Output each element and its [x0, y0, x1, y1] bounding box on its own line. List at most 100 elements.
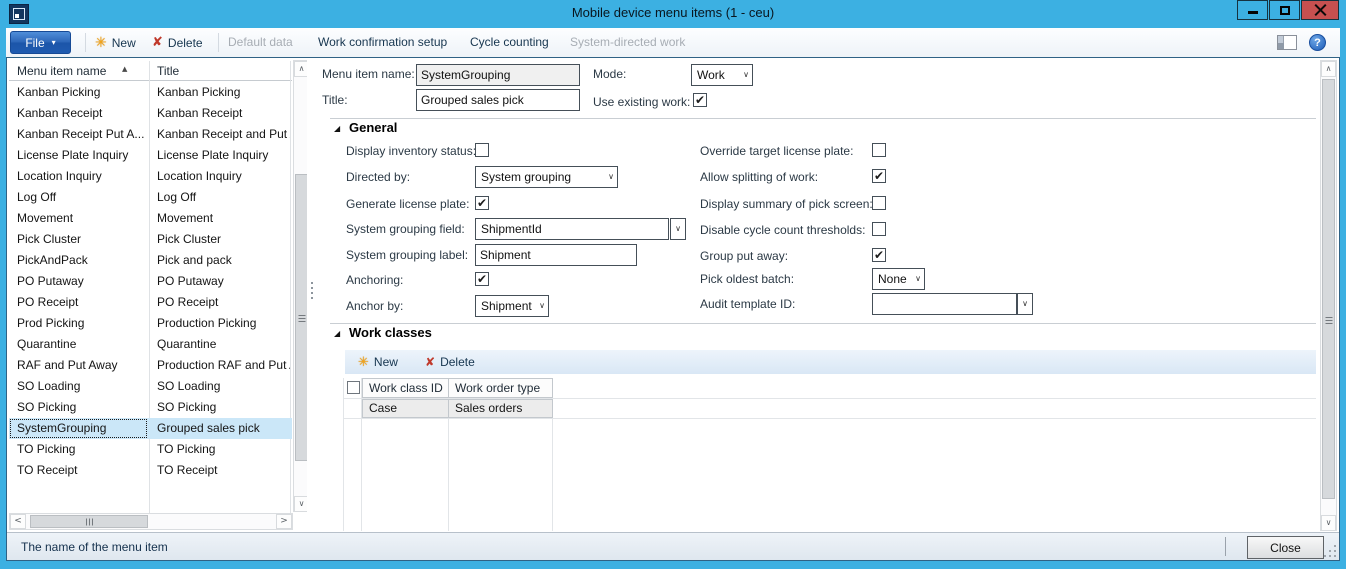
menu-item-row[interactable]: Kanban PickingKanban Picking	[9, 82, 292, 103]
menu-item-name-cell[interactable]: Kanban Receipt	[9, 103, 148, 124]
delete-button[interactable]: ✘ Delete	[152, 28, 203, 57]
group-put-away-checkbox[interactable]: ✔	[872, 248, 886, 262]
menu-item-title-cell[interactable]: Log Off	[148, 187, 290, 208]
layout-pane-icon[interactable]	[1277, 35, 1297, 50]
use-existing-work-checkbox[interactable]: ✔	[693, 93, 707, 107]
menu-item-row[interactable]: MovementMovement	[9, 208, 292, 229]
menu-item-name-cell[interactable]: Log Off	[9, 187, 148, 208]
chevron-down-icon[interactable]: ∨	[743, 71, 749, 79]
menu-item-title-cell[interactable]: TO Picking	[148, 439, 290, 460]
menu-item-name-cell[interactable]: Pick Cluster	[9, 229, 148, 250]
menu-item-name-cell[interactable]: SO Loading	[9, 376, 148, 397]
menu-item-row[interactable]: RAF and Put AwayProduction RAF and Put A	[9, 355, 292, 376]
system-grouping-field-input[interactable]: ShipmentId	[475, 218, 669, 240]
menu-item-name-cell[interactable]: Kanban Receipt Put A...	[9, 124, 148, 145]
system-grouping-field-dropdown-button[interactable]: ∨	[670, 218, 686, 240]
menu-item-row[interactable]: Location InquiryLocation Inquiry	[9, 166, 292, 187]
menu-item-title-cell[interactable]: Production RAF and Put A	[148, 355, 290, 376]
display-summary-of-pick-screen-checkbox[interactable]	[872, 196, 886, 210]
menu-item-row[interactable]: Kanban ReceiptKanban Receipt	[9, 103, 292, 124]
menu-item-name-cell[interactable]: TO Receipt	[9, 460, 148, 481]
menu-item-row[interactable]: Pick ClusterPick Cluster	[9, 229, 292, 250]
menu-item-row[interactable]: License Plate InquiryLicense Plate Inqui…	[9, 145, 292, 166]
mode-dropdown[interactable]: Work ∨	[691, 64, 753, 86]
column-header-title[interactable]: Title	[148, 61, 289, 80]
menu-item-title-cell[interactable]: Pick Cluster	[148, 229, 290, 250]
menu-item-title-cell[interactable]: Kanban Receipt	[148, 103, 290, 124]
menu-item-title-cell[interactable]: Quarantine	[148, 334, 290, 355]
menu-item-row[interactable]: QuarantineQuarantine	[9, 334, 292, 355]
work-classes-select-all-checkbox[interactable]	[347, 381, 360, 394]
menu-item-title-cell[interactable]: PO Receipt	[148, 292, 290, 313]
title-field[interactable]	[416, 89, 580, 111]
menu-item-title-cell[interactable]: Production Picking	[148, 313, 290, 334]
menu-item-row[interactable]: TO PickingTO Picking	[9, 439, 292, 460]
maximize-button[interactable]	[1269, 0, 1300, 20]
work-class-id-cell[interactable]: Case	[362, 399, 449, 418]
audit-template-id-dropdown-button[interactable]: ∨	[1017, 293, 1033, 315]
menu-item-name-cell[interactable]: Prod Picking	[9, 313, 148, 334]
menu-item-name-cell[interactable]: RAF and Put Away	[9, 355, 148, 376]
menu-item-cycle-counting[interactable]: Cycle counting	[470, 28, 549, 57]
menu-item-title-cell[interactable]: Location Inquiry	[148, 166, 290, 187]
menu-item-name-cell[interactable]: Quarantine	[9, 334, 148, 355]
chevron-down-icon[interactable]: ∨	[608, 173, 614, 181]
help-icon[interactable]: ?	[1309, 34, 1326, 51]
minimize-button[interactable]	[1237, 0, 1268, 20]
override-target-license-plate-checkbox[interactable]	[872, 143, 886, 157]
menu-item-row[interactable]: Log OffLog Off	[9, 187, 292, 208]
scroll-down-button[interactable]: ∨	[1321, 515, 1336, 531]
close-window-button[interactable]	[1301, 0, 1339, 20]
close-button[interactable]: Close	[1247, 536, 1324, 559]
menu-item-name-cell[interactable]: SystemGrouping	[9, 418, 148, 439]
menu-item-row[interactable]: SystemGroupingGrouped sales pick	[9, 418, 292, 439]
left-grid-horizontal-scrollbar[interactable]: < >	[9, 513, 293, 530]
menu-item-row[interactable]: SO PickingSO Picking	[9, 397, 292, 418]
menu-item-title-cell[interactable]: Grouped sales pick	[148, 418, 290, 439]
menu-item-row[interactable]: PO ReceiptPO Receipt	[9, 292, 292, 313]
directed-by-dropdown[interactable]: System grouping ∨	[475, 166, 618, 188]
menu-item-row[interactable]: PickAndPackPick and pack	[9, 250, 292, 271]
scroll-left-button[interactable]: <	[10, 514, 26, 529]
menu-item-name-cell[interactable]: PickAndPack	[9, 250, 148, 271]
menu-item-row[interactable]: TO ReceiptTO Receipt	[9, 460, 292, 481]
system-grouping-label-field[interactable]	[475, 244, 637, 266]
menu-item-title-cell[interactable]: Kanban Picking	[148, 82, 290, 103]
menu-item-row[interactable]: Kanban Receipt Put A...Kanban Receipt an…	[9, 124, 292, 145]
allow-splitting-of-work-checkbox[interactable]: ✔	[872, 169, 886, 183]
menu-item-name-cell[interactable]: PO Putaway	[9, 271, 148, 292]
work-classes-new-button[interactable]: ✳ New	[358, 350, 398, 374]
menu-item-title-cell[interactable]: SO Picking	[148, 397, 290, 418]
menu-item-title-cell[interactable]: Kanban Receipt and Put A	[148, 124, 290, 145]
menu-item-name-cell[interactable]: Kanban Picking	[9, 82, 148, 103]
anchoring-checkbox[interactable]: ✔	[475, 272, 489, 286]
section-header-work-classes[interactable]: Work classes	[349, 325, 432, 340]
resize-grip[interactable]	[1324, 545, 1336, 557]
work-order-type-cell[interactable]: Sales orders	[448, 399, 553, 418]
display-inventory-status-checkbox[interactable]	[475, 143, 489, 157]
panel-splitter[interactable]	[307, 58, 317, 532]
work-classes-delete-button[interactable]: ✘ Delete	[425, 350, 475, 374]
menu-item-row[interactable]: SO LoadingSO Loading	[9, 376, 292, 397]
anchor-by-dropdown[interactable]: Shipment ∨	[475, 295, 549, 317]
file-menu-button[interactable]: File ▾	[10, 31, 71, 54]
column-header-menu-item-name[interactable]: Menu item name ▲	[9, 61, 148, 80]
scroll-right-button[interactable]: >	[276, 514, 292, 529]
menu-item-title-cell[interactable]: SO Loading	[148, 376, 290, 397]
menu-item-name-cell[interactable]: Movement	[9, 208, 148, 229]
menu-item-name-cell[interactable]: SO Picking	[9, 397, 148, 418]
menu-item-name-cell[interactable]: License Plate Inquiry	[9, 145, 148, 166]
column-header-work-class-id[interactable]: Work class ID	[362, 378, 449, 398]
scrollbar-thumb[interactable]	[30, 515, 148, 528]
chevron-down-icon[interactable]: ∨	[915, 275, 921, 283]
menu-item-title-cell[interactable]: Pick and pack	[148, 250, 290, 271]
menu-item-title-cell[interactable]: TO Receipt	[148, 460, 290, 481]
main-vertical-scrollbar[interactable]: ∧ ∨	[1320, 60, 1337, 531]
disable-cycle-count-thresholds-checkbox[interactable]	[872, 222, 886, 236]
menu-item-title-cell[interactable]: PO Putaway	[148, 271, 290, 292]
menu-item-row[interactable]: Prod PickingProduction Picking	[9, 313, 292, 334]
audit-template-id-input[interactable]	[872, 293, 1017, 315]
menu-item-name-cell[interactable]: Location Inquiry	[9, 166, 148, 187]
menu-item-name-field[interactable]	[416, 64, 580, 86]
menu-item-name-cell[interactable]: PO Receipt	[9, 292, 148, 313]
